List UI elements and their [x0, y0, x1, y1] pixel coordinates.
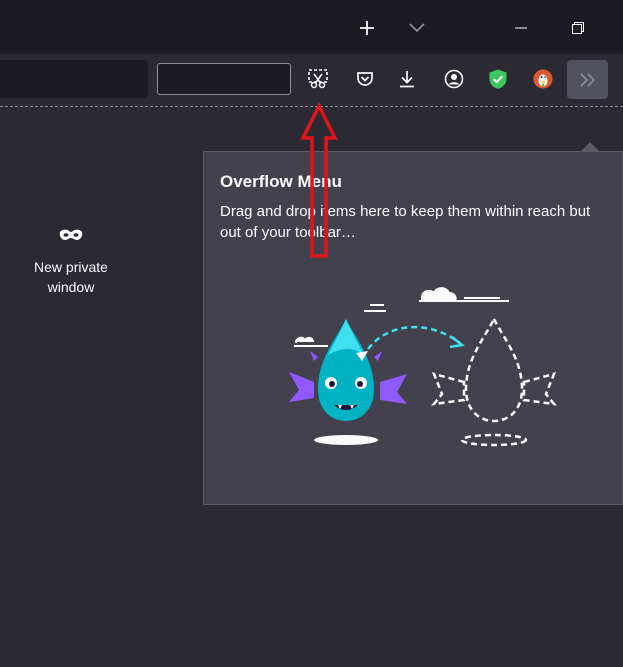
mask-icon — [59, 229, 83, 240]
account-icon — [444, 69, 464, 89]
shield-check-icon — [489, 69, 507, 89]
restore-button[interactable] — [565, 16, 591, 40]
cloud-illustration — [294, 287, 509, 347]
red-arrow-annotation — [300, 102, 338, 258]
restore-icon — [572, 22, 584, 34]
title-bar — [0, 0, 623, 54]
screenshot-icon — [308, 69, 328, 89]
list-all-tabs-button[interactable] — [405, 16, 429, 40]
new-private-window-label-2: window — [47, 279, 95, 295]
search-input[interactable] — [157, 63, 291, 95]
account-button[interactable] — [441, 66, 467, 92]
dashed-arrow — [367, 325, 461, 350]
overflow-panel-description: Drag and drop items here to keep them wi… — [220, 203, 591, 241]
chevron-down-icon — [409, 23, 425, 33]
screenshot-button[interactable] — [305, 66, 331, 92]
url-bar[interactable] — [0, 60, 148, 98]
plus-icon — [360, 21, 374, 35]
extension-shield-button[interactable] — [485, 66, 511, 92]
duckduckgo-icon — [533, 69, 553, 89]
minimize-icon — [515, 27, 527, 29]
overflow-illustration — [289, 287, 557, 447]
overflow-menu-panel: Overflow Menu Drag and drop items here t… — [203, 151, 623, 505]
pocket-button[interactable] — [352, 66, 378, 92]
overflow-menu-button[interactable] — [567, 60, 608, 99]
duckduckgo-button[interactable] — [530, 66, 556, 92]
new-private-window-item[interactable]: New private window — [18, 228, 124, 297]
download-icon — [400, 71, 414, 88]
new-tab-button[interactable] — [355, 16, 379, 40]
new-private-window-label-1: New private — [34, 259, 108, 275]
downloads-button[interactable] — [394, 66, 420, 92]
pocket-icon — [357, 72, 373, 86]
double-chevron-right-icon — [579, 72, 595, 87]
minimize-button[interactable] — [508, 16, 534, 40]
